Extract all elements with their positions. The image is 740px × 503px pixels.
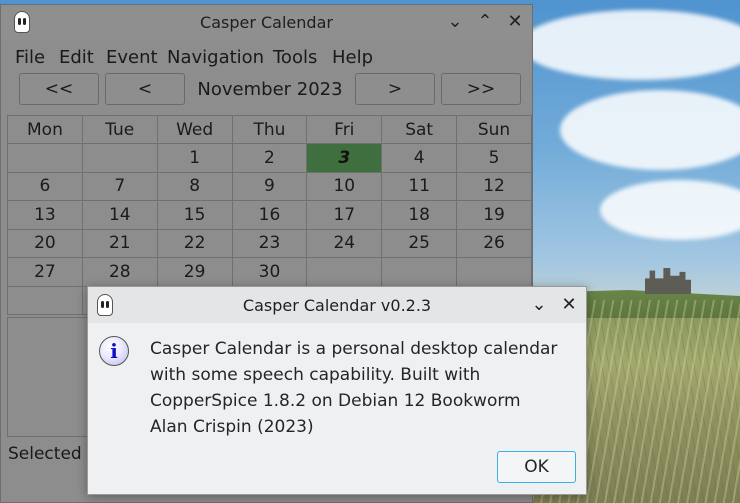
day-cell[interactable]: 20 (7, 228, 83, 258)
day-cell[interactable]: 24 (306, 228, 383, 258)
prev-year-button[interactable]: << (19, 73, 99, 105)
month-label: November 2023 (197, 79, 343, 100)
day-cell[interactable]: 15 (156, 200, 233, 230)
week-row: 13 14 15 16 17 18 19 (7, 200, 532, 230)
ok-button[interactable]: OK (497, 451, 576, 483)
menu-edit[interactable]: Edit (59, 47, 94, 68)
weekday-header: Wed (156, 115, 233, 144)
week-row: 12345 (7, 143, 532, 173)
day-cell[interactable]: 30 (231, 257, 308, 287)
main-titlebar[interactable]: Casper Calendar ⌄ ⌃ ✕ (1, 5, 532, 41)
menu-help[interactable]: Help (332, 47, 373, 68)
day-cell[interactable]: 1 (156, 143, 233, 173)
empty-day-cell[interactable] (381, 257, 458, 287)
day-cell[interactable]: 26 (456, 228, 532, 258)
weekday-header: Sat (381, 115, 458, 144)
info-icon: i (99, 336, 129, 366)
menu-tools[interactable]: Tools (273, 47, 317, 68)
dialog-titlebar[interactable]: Casper Calendar v0.2.3 ⌄ ✕ (88, 287, 586, 323)
menubar: File Edit Event Navigation Tools Help (1, 43, 532, 71)
status-text: Selected I (8, 444, 93, 464)
day-cell[interactable]: 19 (456, 200, 532, 230)
next-month-button[interactable]: > (355, 73, 435, 105)
day-cell[interactable]: 28 (81, 257, 158, 287)
day-cell[interactable]: 5 (456, 143, 532, 173)
week-row: 20 21 22 23 24 25 26 (7, 228, 532, 258)
day-cell[interactable]: 18 (381, 200, 458, 230)
about-dialog: Casper Calendar v0.2.3 ⌄ ✕ i Casper Cale… (87, 286, 587, 495)
empty-day-cell[interactable] (456, 257, 532, 287)
empty-day-cell[interactable] (81, 143, 158, 173)
week-row: 6 7 8 9 10 11 12 (7, 171, 532, 201)
weekday-header: Thu (231, 115, 308, 144)
day-cell[interactable]: 17 (306, 200, 383, 230)
cloud (520, 10, 740, 80)
menu-event[interactable]: Event (106, 47, 158, 68)
day-cell[interactable]: 10 (306, 171, 383, 201)
dialog-minimize-chevron-icon[interactable]: ⌄ (529, 295, 549, 315)
next-year-button[interactable]: >> (441, 73, 521, 105)
menu-navigation[interactable]: Navigation (167, 47, 264, 68)
weekday-header: Fri (306, 115, 383, 144)
day-cell[interactable]: 8 (156, 171, 233, 201)
dialog-close-icon[interactable]: ✕ (559, 295, 579, 315)
day-cell[interactable]: 6 (7, 171, 83, 201)
day-cell[interactable]: 2 (231, 143, 308, 173)
weekday-header-row: Mon Tue Wed Thu Fri Sat Sun (7, 115, 532, 144)
day-cell[interactable]: 23 (231, 228, 308, 258)
day-cell[interactable]: 21 (81, 228, 158, 258)
day-cell[interactable]: 9 (231, 171, 308, 201)
calendar-grid: Mon Tue Wed Thu Fri Sat Sun 1 2 3 4 5 6 7 8 9 10 1… (7, 115, 532, 315)
empty-day-cell[interactable] (306, 257, 383, 287)
weekday-header: Mon (7, 115, 83, 144)
castle-ruin (645, 268, 691, 294)
close-icon[interactable]: ✕ (505, 12, 525, 32)
day-cell[interactable]: 14 (81, 200, 158, 230)
empty-day-cell[interactable] (7, 143, 83, 173)
week-row: 27 28 29 30 (7, 257, 532, 287)
prev-month-button[interactable]: < (105, 73, 185, 105)
day-cell[interactable]: 4 (381, 143, 458, 173)
day-cell[interactable]: 3 (306, 143, 383, 173)
day-cell[interactable]: 27 (7, 257, 83, 287)
day-cell[interactable]: 13 (7, 200, 83, 230)
weekday-header: Sun (456, 115, 532, 144)
weekday-header: Tue (81, 115, 158, 144)
menu-file[interactable]: File (15, 47, 45, 68)
dialog-message: Casper Calendar is a personal desktop ca… (150, 339, 558, 437)
day-cell[interactable]: 25 (381, 228, 458, 258)
cloud (600, 180, 740, 240)
day-cell[interactable]: 16 (231, 200, 308, 230)
dialog-title: Casper Calendar v0.2.3 (242, 296, 432, 315)
maximize-chevron-icon[interactable]: ⌃ (475, 12, 495, 32)
day-cell[interactable]: 12 (456, 171, 532, 201)
empty-day-cell[interactable] (7, 285, 83, 315)
day-cell[interactable]: 11 (381, 171, 458, 201)
day-cell[interactable]: 7 (81, 171, 158, 201)
cloud (560, 90, 740, 170)
minimize-chevron-icon[interactable]: ⌄ (445, 12, 465, 32)
day-cell[interactable]: 22 (156, 228, 233, 258)
navigation-row: << < November 2023 > >> (1, 73, 532, 109)
day-cell[interactable]: 29 (156, 257, 233, 287)
